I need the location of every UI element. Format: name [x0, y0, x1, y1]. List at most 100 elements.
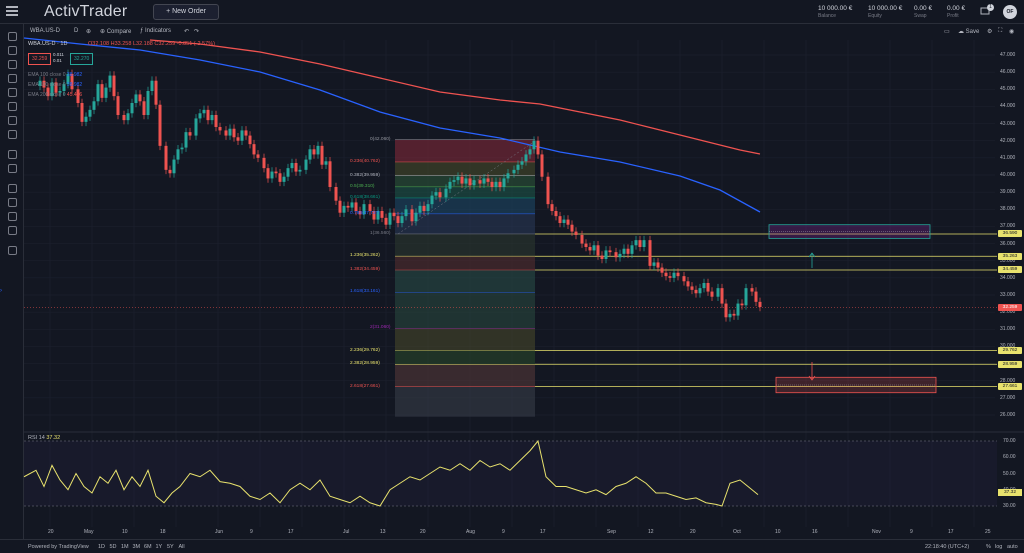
fib-level-label: 1(36.560)	[370, 230, 391, 236]
rsi-tick-label: 60.00	[1003, 454, 1016, 461]
range-button[interactable]: 3M	[133, 544, 141, 550]
time-tick-label: Oct	[733, 529, 741, 535]
time-tick-label: 18	[160, 529, 166, 535]
add-symbol-icon[interactable]: ⊕	[86, 28, 91, 35]
compare-button[interactable]: ⊕ Compare	[100, 28, 131, 35]
horizontal-levels	[24, 233, 997, 387]
candle-body	[642, 240, 646, 247]
candle-body	[604, 250, 608, 259]
range-button[interactable]: 1Y	[156, 544, 163, 550]
fib-level-label: 2(31.060)	[370, 325, 391, 331]
fib-band	[395, 328, 535, 351]
interval-selector[interactable]: D	[74, 28, 78, 34]
range-button[interactable]: All	[179, 544, 185, 550]
ema-legend-row[interactable]: EMA 100 close 0 38.982	[28, 72, 82, 78]
rsi-legend[interactable]: RSI 14 37.32	[28, 435, 60, 441]
collapse-panel-icon[interactable]: ›	[0, 288, 3, 294]
brush-tool-icon[interactable]	[8, 74, 17, 83]
powered-by: Powered by TradingView	[28, 544, 89, 550]
candle-body	[84, 116, 88, 122]
candle-body	[104, 87, 108, 98]
range-button[interactable]: 1M	[121, 544, 129, 550]
price-axis-tag: 35.263	[998, 252, 1022, 260]
indicators-button[interactable]: ƒ Indicators	[140, 28, 171, 34]
pitchfork-tool-icon[interactable]	[8, 60, 17, 69]
candle-body	[198, 113, 202, 119]
lock-icon[interactable]	[8, 198, 17, 207]
candle-body	[206, 109, 210, 121]
candle-body	[706, 283, 710, 292]
hamburger-menu-icon[interactable]	[6, 6, 18, 16]
magnet-icon[interactable]	[8, 184, 17, 193]
candle-body	[528, 149, 532, 155]
candle-body	[158, 104, 162, 146]
avatar[interactable]: OF	[1003, 5, 1017, 19]
zoom-in-icon[interactable]	[8, 164, 17, 173]
buy-price-box[interactable]: 32.270	[70, 53, 94, 65]
pattern-tool-icon[interactable]	[8, 102, 17, 111]
candle-body	[274, 171, 278, 174]
settings-icon[interactable]: ⚙	[987, 28, 992, 35]
candle-body	[312, 149, 316, 155]
rsi-title: RSI 14	[28, 435, 45, 441]
fullscreen-icon[interactable]: ▭	[944, 28, 950, 35]
candle-body	[668, 276, 672, 278]
undo-icon[interactable]: ↶	[184, 28, 189, 35]
auto-toggle[interactable]: auto	[1007, 544, 1018, 550]
candle-body	[248, 135, 252, 145]
hide-drawings-icon[interactable]	[8, 212, 17, 221]
ruler-icon[interactable]	[8, 150, 17, 159]
sell-price-box[interactable]: 32.259	[28, 53, 52, 65]
log-toggle[interactable]: log	[995, 544, 1002, 550]
new-order-button[interactable]: + New Order	[153, 4, 219, 20]
time-tick-label: 12	[648, 529, 654, 535]
range-button[interactable]: 6M	[144, 544, 152, 550]
equity-label: Equity	[868, 13, 882, 19]
trendline-tool-icon[interactable]	[8, 46, 17, 55]
candle-body	[172, 159, 176, 174]
price-tick-label: 31.000	[1000, 326, 1016, 333]
candle-body	[694, 289, 698, 294]
crosshair-tool-icon[interactable]	[8, 32, 17, 41]
candle-body	[584, 243, 588, 247]
take-profit-box	[768, 224, 931, 239]
stop-box	[775, 376, 937, 394]
save-button[interactable]: ☁ Save	[958, 28, 979, 35]
price-axis-tag: 29.762	[998, 347, 1022, 354]
eye-icon[interactable]	[8, 226, 17, 235]
price-axis-tag: 28.959	[998, 360, 1022, 368]
ema-legend-row[interactable]: EMA 100 close 0 38.982	[28, 82, 82, 88]
symbol-selector[interactable]: WBA.US-D	[30, 28, 60, 34]
percent-toggle[interactable]: %	[986, 544, 991, 550]
fib-band	[395, 364, 535, 387]
range-button[interactable]: 1D	[98, 544, 105, 550]
candle-body	[634, 240, 638, 246]
candle-body	[380, 211, 384, 218]
text-tool-icon[interactable]	[8, 88, 17, 97]
ema-legend-row[interactable]: EMA 200 close 0 45.436	[28, 92, 82, 98]
range-button[interactable]: 5Y	[167, 544, 174, 550]
fib-band	[395, 256, 535, 270]
fib-band	[395, 175, 535, 187]
range-button[interactable]: 5D	[110, 544, 117, 550]
candle-body	[298, 169, 302, 172]
fib-band	[395, 386, 535, 417]
prediction-tool-icon[interactable]	[8, 116, 17, 125]
fullscreen-toggle-icon[interactable]: ⛶	[998, 28, 1002, 35]
candle-body	[656, 262, 660, 268]
camera-icon[interactable]: ◉	[1009, 28, 1014, 35]
candle-body	[652, 262, 656, 266]
bottom-bar: Powered by TradingView 1D 5D 1M 3M 6M 1Y 5Y All…	[0, 539, 1024, 553]
icons-tool-icon[interactable]	[8, 130, 17, 139]
price-tick-label: 46.000	[1000, 69, 1016, 76]
price-axis-tag: 34.459	[998, 266, 1022, 274]
candle-body	[464, 178, 468, 184]
price-tick-label: 37.000	[1000, 223, 1016, 230]
candle-body	[736, 303, 740, 316]
redo-icon[interactable]: ↷	[194, 28, 199, 35]
time-tick-label: 10	[775, 529, 781, 535]
trash-icon[interactable]	[8, 246, 17, 255]
fib-level-label: 1.618(33.161)	[350, 289, 380, 295]
ema-200-line	[149, 39, 761, 155]
fib-level-label: 1.236(35.262)	[350, 253, 380, 259]
